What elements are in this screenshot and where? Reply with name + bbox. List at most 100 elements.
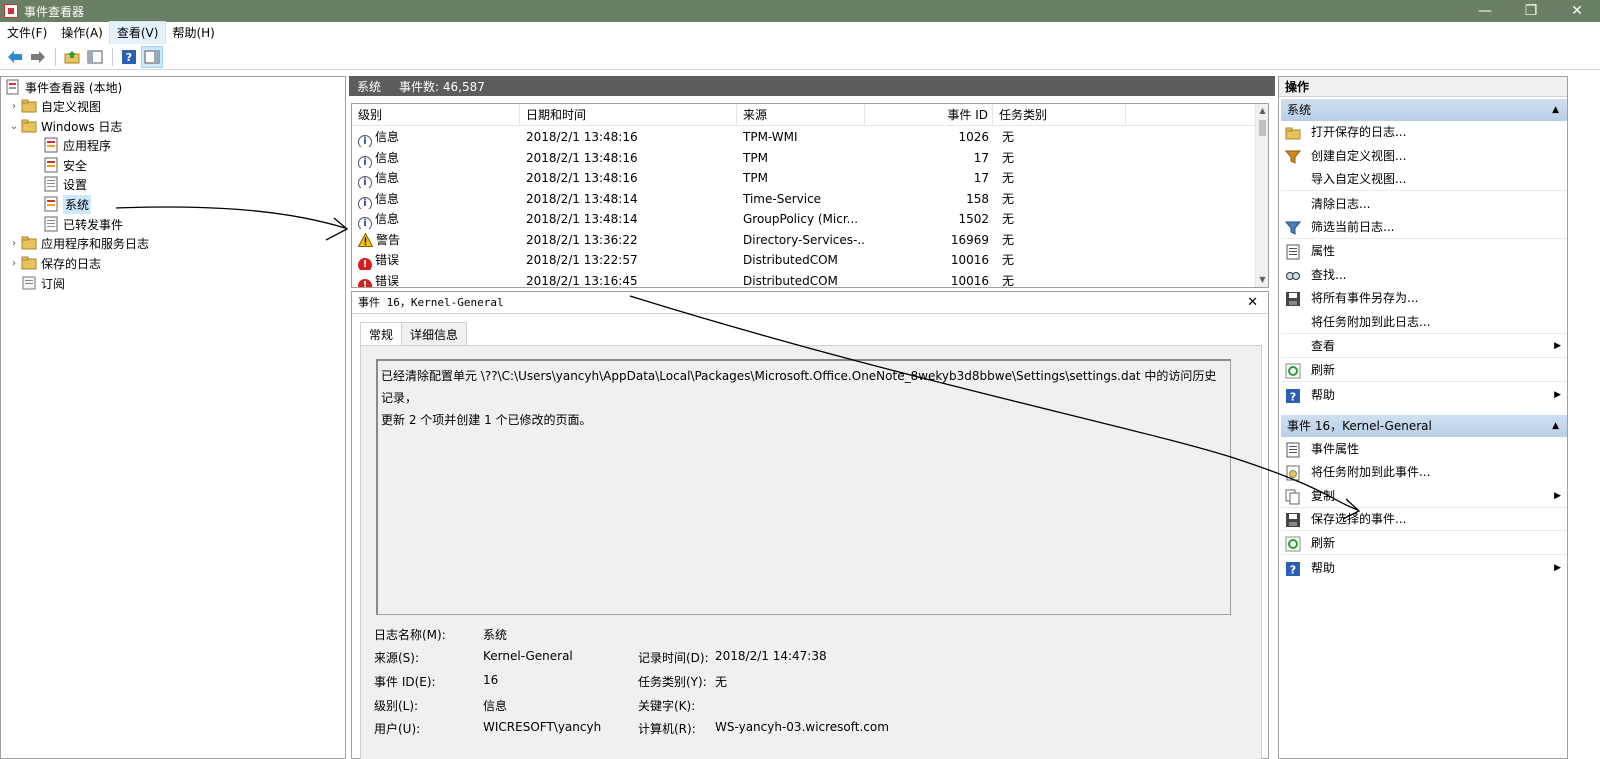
table-row[interactable]: i 信息 2018/2/1 13:48:16 TPM 17 无	[352, 168, 1257, 189]
table-row[interactable]: ! 错误 2018/2/1 13:16:45 DistributedCOM 10016 无	[352, 271, 1257, 288]
actions-section-system[interactable]: 系统 ▲	[1281, 99, 1567, 121]
submenu-arrow-icon: ▶	[1554, 491, 1561, 501]
tree-item-forwarded[interactable]: 已转发事件	[43, 214, 123, 234]
event-action-item[interactable]: 刷新	[1281, 532, 1567, 555]
expand-icon[interactable]: ›	[7, 258, 21, 269]
event-action-item[interactable]: ? 帮助 ▶	[1281, 557, 1567, 580]
tree-item-label: 安全	[63, 158, 88, 173]
scroll-down-icon[interactable]: ▼	[1256, 273, 1268, 287]
system-action-item[interactable]: 清除日志...	[1281, 193, 1567, 216]
table-row[interactable]: ! 错误 2018/2/1 13:22:57 DistributedCOM 10016 无	[352, 250, 1257, 271]
event-action-item[interactable]: 保存选择的事件...	[1281, 508, 1567, 531]
menu-view[interactable]: 查看(V)	[108, 21, 167, 45]
system-action-item[interactable]: 刷新	[1281, 359, 1567, 382]
system-action-item[interactable]: 筛选当前日志...	[1281, 216, 1567, 239]
tree-item-saved-logs[interactable]: › 保存的日志	[7, 253, 101, 273]
general-tab-body: 已经清除配置单元 \??\C:\Users\yancyh\AppData\Loc…	[360, 345, 1262, 759]
system-action-item[interactable]: 创建自定义视图...	[1281, 145, 1567, 168]
system-action-item[interactable]: 打开保存的日志...	[1281, 121, 1567, 144]
table-cell-id: 10016	[950, 273, 989, 288]
system-action-item[interactable]: 查找...	[1281, 264, 1567, 287]
tree-item-custom-views[interactable]: › 自定义视图	[7, 96, 101, 116]
properties-icon	[1285, 244, 1301, 260]
event-action-item[interactable]: 将任务附加到此事件...	[1281, 461, 1567, 484]
help-icon[interactable]: ?	[118, 46, 140, 68]
system-action-item[interactable]: 将所有事件另存为...	[1281, 287, 1567, 310]
folder-icon	[21, 98, 37, 114]
menu-help[interactable]: 帮助(H)	[165, 22, 221, 44]
prop-value[interactable]: 系统	[483, 626, 507, 643]
table-row[interactable]: i 信息 2018/2/1 13:48:14 Time-Service 158 无	[352, 189, 1257, 210]
show-action-pane-icon[interactable]	[141, 45, 163, 68]
table-row[interactable]: i 信息 2018/2/1 13:48:16 TPM-WMI 1026 无	[352, 127, 1257, 148]
prop-label: 来源(S):	[374, 651, 420, 665]
section-label: 系统	[1287, 103, 1312, 117]
event-message[interactable]: 已经清除配置单元 \??\C:\Users\yancyh\AppData\Loc…	[376, 359, 1231, 615]
vertical-scrollbar[interactable]: ▲ ▼	[1255, 104, 1268, 287]
system-action-item[interactable]: 导入自定义视图...	[1281, 168, 1567, 191]
table-row[interactable]: 警告 2018/2/1 13:36:22 Directory-Services-..…	[352, 230, 1257, 251]
system-action-item[interactable]: ? 帮助 ▶	[1281, 384, 1567, 407]
tab-details[interactable]: 详细信息	[401, 322, 468, 346]
column-header-task[interactable]: 任务类别	[993, 104, 1126, 126]
table-row[interactable]: i 信息 2018/2/1 13:48:14 GroupPolicy (Micr...…	[352, 209, 1257, 230]
expand-icon[interactable]: ›	[7, 238, 21, 249]
column-header-event-id[interactable]: 事件 ID	[865, 104, 993, 126]
table-row[interactable]: i 信息 2018/2/1 13:48:16 TPM 17 无	[352, 148, 1257, 169]
minimize-button[interactable]: —	[1462, 0, 1508, 22]
column-header-source[interactable]: 来源	[737, 104, 865, 126]
maximize-button[interactable]: ❐	[1508, 0, 1554, 22]
tree-item-root[interactable]: 事件查看器 (本地)	[5, 77, 122, 97]
expand-icon[interactable]: ›	[7, 101, 21, 112]
tree-item-security[interactable]: 安全	[43, 155, 87, 175]
close-detail-icon[interactable]: ✕	[1247, 292, 1258, 314]
level-label: 信息	[375, 191, 400, 206]
prop-value[interactable]: WS-yancyh-03.wicresoft.com	[715, 720, 889, 734]
prop-value[interactable]: 16	[483, 673, 498, 687]
action-label: 创建自定义视图...	[1311, 149, 1407, 163]
prop-value[interactable]: Kernel-General	[483, 649, 573, 663]
actions-section-event[interactable]: 事件 16，Kernel-General ▲	[1281, 415, 1567, 437]
forward-icon[interactable]	[27, 46, 49, 68]
log-name: 系统	[357, 79, 382, 94]
collapse-section-icon[interactable]: ▲	[1552, 415, 1559, 437]
action-label: 帮助	[1311, 561, 1336, 575]
system-action-item[interactable]: 查看 ▶	[1281, 335, 1567, 358]
collapse-section-icon[interactable]: ▲	[1552, 99, 1559, 121]
table-cell-id: 1026	[958, 130, 989, 144]
menu-action[interactable]: 操作(A)	[54, 22, 110, 44]
binoculars-icon	[1285, 268, 1301, 284]
tree-item-windows-logs[interactable]: ⌄ Windows 日志	[7, 116, 122, 136]
prop-value[interactable]: 无	[715, 673, 727, 690]
tree-item-setup[interactable]: 设置	[43, 174, 87, 194]
scroll-thumb[interactable]	[1259, 120, 1266, 136]
event-action-item[interactable]: 复制 ▶	[1281, 485, 1567, 508]
scroll-up-icon[interactable]: ▲	[1256, 104, 1268, 118]
prop-value[interactable]: WICRESOFT\yancyh	[483, 720, 601, 734]
column-header-level[interactable]: 级别	[352, 104, 520, 126]
system-action-item[interactable]: 属性	[1281, 240, 1567, 263]
up-folder-icon[interactable]	[61, 46, 83, 68]
event-action-item[interactable]: 事件属性	[1281, 438, 1567, 461]
prop-value[interactable]: 信息	[483, 697, 507, 714]
tree-item-label: 事件查看器 (本地)	[25, 80, 123, 95]
tree-item-label: 保存的日志	[41, 256, 102, 271]
tree-item-system[interactable]: 系统	[43, 194, 92, 214]
column-header-datetime[interactable]: 日期和时间	[520, 104, 737, 126]
prop-value[interactable]: 2018/2/1 14:47:38	[715, 649, 827, 663]
table-cell-source: DistributedCOM	[743, 273, 838, 288]
toolbar-separator	[112, 47, 113, 66]
back-icon[interactable]	[4, 46, 26, 68]
system-action-item[interactable]: 将任务附加到此日志...	[1281, 311, 1567, 334]
collapse-icon[interactable]: ⌄	[7, 121, 21, 132]
tree-item-app-service-logs[interactable]: › 应用程序和服务日志	[7, 233, 149, 253]
menu-file[interactable]: 文件(F)	[0, 22, 54, 44]
show-hide-tree-icon[interactable]	[84, 46, 106, 68]
event-detail-title: 事件 16，Kernel-General	[352, 292, 1268, 314]
tree-item-application[interactable]: 应用程序	[43, 135, 111, 155]
event-list[interactable]: 级别 日期和时间 来源 事件 ID 任务类别 i 信息 2018/2/1 13:48…	[351, 103, 1269, 288]
tree-item-subscriptions[interactable]: 订阅	[21, 273, 65, 293]
tab-general[interactable]: 常规	[360, 322, 403, 347]
table-cell-datetime: 2018/2/1 13:48:16	[526, 130, 638, 144]
close-button[interactable]: ✕	[1554, 0, 1600, 22]
